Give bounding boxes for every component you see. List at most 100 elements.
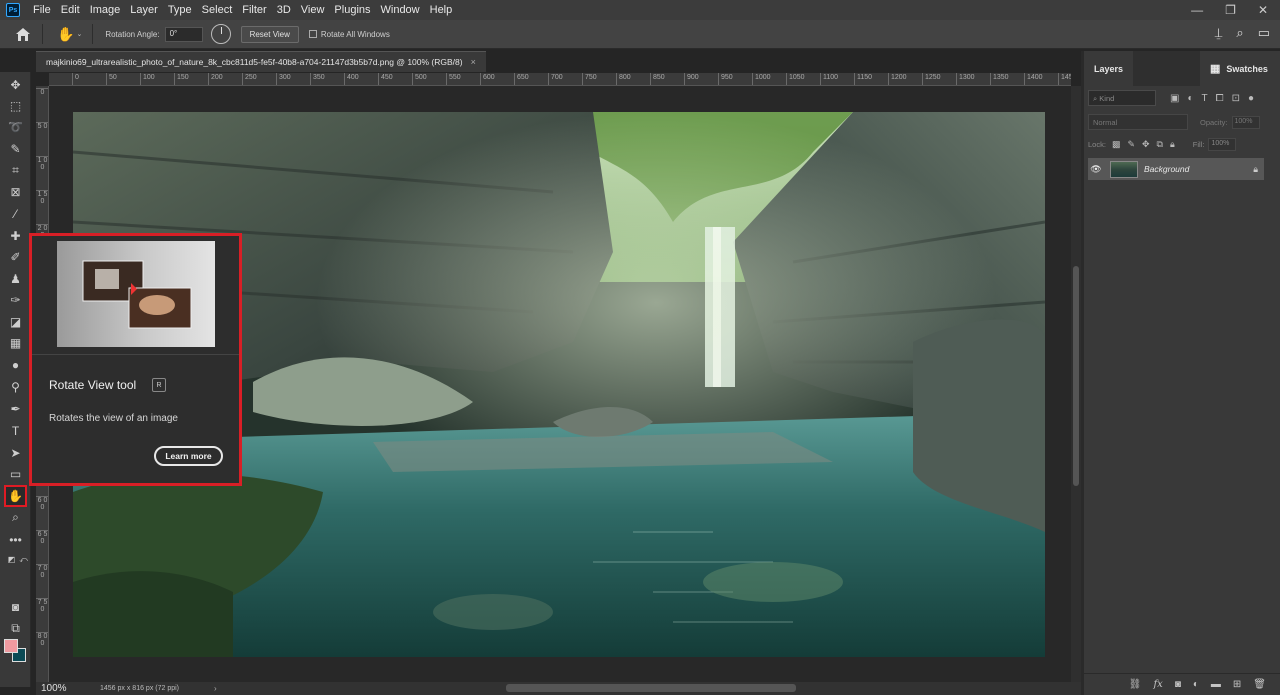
status-bar: 100% 1456 px x 816 px (72 ppi) › bbox=[36, 682, 1081, 695]
add-mask-icon[interactable]: ◙ bbox=[1175, 679, 1181, 690]
layer-name[interactable]: Background bbox=[1144, 164, 1189, 174]
menu-type[interactable]: Type bbox=[163, 4, 197, 16]
minimize-button[interactable]: — bbox=[1191, 0, 1203, 20]
menu-edit[interactable]: Edit bbox=[56, 4, 85, 16]
frame-tool-icon[interactable]: ⊠ bbox=[6, 182, 25, 201]
ruler-h-tick: 1450 bbox=[1058, 73, 1071, 85]
home-icon[interactable] bbox=[14, 25, 32, 43]
marquee-tool-icon[interactable]: ⬚ bbox=[6, 96, 25, 115]
adjustment-filter-icon[interactable]: ◐ bbox=[1187, 93, 1193, 104]
shape-filter-icon[interactable]: ⧠ bbox=[1216, 93, 1224, 104]
lasso-tool-icon[interactable]: ➰ bbox=[6, 117, 25, 136]
close-tab-icon[interactable]: × bbox=[471, 57, 476, 67]
options-bar: ✋ ⌄ Rotation Angle: 0° Reset View Rotate… bbox=[0, 20, 1280, 49]
layer-row-background[interactable]: 👁︎ Background 🔒︎ bbox=[1088, 158, 1264, 180]
reset-view-button[interactable]: Reset View bbox=[240, 25, 299, 43]
crop-tool-icon[interactable]: ⌗ bbox=[6, 161, 25, 180]
ruler-h-tick: 900 bbox=[684, 73, 699, 85]
menu-view[interactable]: View bbox=[296, 4, 330, 16]
menu-filter[interactable]: Filter bbox=[237, 4, 271, 16]
ruler-h-tick: 650 bbox=[514, 73, 529, 85]
share-icon[interactable]: ⍊ bbox=[1215, 25, 1223, 41]
filter-toggle-icon[interactable]: ● bbox=[1248, 93, 1254, 104]
pixel-filter-icon[interactable]: ▣ bbox=[1170, 93, 1179, 104]
menu-image[interactable]: Image bbox=[85, 4, 126, 16]
adjustment-layer-icon[interactable]: ◐ bbox=[1193, 679, 1199, 690]
history-brush-tool-icon[interactable]: ✑ bbox=[6, 290, 25, 309]
layer-kind-filter[interactable]: ⌕ Kind bbox=[1088, 90, 1156, 106]
tab-layers[interactable]: Layers bbox=[1084, 51, 1134, 86]
lock-pixels-icon[interactable]: ✎ bbox=[1127, 139, 1135, 150]
document-tab[interactable]: majkinio69_ultrarealistic_photo_of_natur… bbox=[36, 51, 486, 72]
type-filter-icon[interactable]: T bbox=[1202, 93, 1208, 104]
quick-mask-icon[interactable]: ◙ bbox=[6, 597, 25, 616]
link-layers-icon[interactable]: ⛓ bbox=[1129, 679, 1142, 690]
clone-stamp-tool-icon[interactable]: ♟ bbox=[6, 269, 25, 288]
vertical-scroll-thumb[interactable] bbox=[1073, 266, 1079, 486]
new-layer-icon[interactable]: ⊞ bbox=[1233, 679, 1241, 690]
lock-all-icon[interactable]: 🔒︎ bbox=[1170, 139, 1175, 150]
chevron-down-icon[interactable]: ⌄ bbox=[76, 30, 82, 38]
dodge-tool-icon[interactable]: ⚲ bbox=[6, 377, 25, 396]
layer-lock-icon[interactable]: 🔒︎ bbox=[1253, 164, 1258, 175]
menu-layer[interactable]: Layer bbox=[125, 4, 163, 16]
menu-3d[interactable]: 3D bbox=[272, 4, 296, 16]
restore-button[interactable]: ❐ bbox=[1225, 0, 1236, 20]
close-window-button[interactable]: ✕ bbox=[1258, 0, 1268, 20]
brush-tool-icon[interactable]: ✐ bbox=[6, 247, 25, 266]
eyedropper-tool-icon[interactable]: ⁄ bbox=[6, 204, 25, 223]
menu-select[interactable]: Select bbox=[197, 4, 238, 16]
zoom-level[interactable]: 100% bbox=[36, 683, 86, 694]
smart-object-filter-icon[interactable]: ⊡ bbox=[1232, 93, 1240, 104]
vertical-scrollbar[interactable] bbox=[1071, 86, 1081, 682]
menu-file[interactable]: File bbox=[28, 4, 56, 16]
pen-tool-icon[interactable]: ✒ bbox=[6, 399, 25, 418]
delete-layer-icon[interactable]: 🗑︎ bbox=[1253, 679, 1266, 690]
move-tool-icon[interactable]: ✥ bbox=[6, 75, 25, 94]
rotate-view-tool-icon[interactable]: ✋ bbox=[4, 485, 27, 507]
learn-more-button[interactable]: Learn more bbox=[154, 446, 223, 466]
rotate-view-tool-preset-icon[interactable]: ✋ bbox=[57, 26, 74, 43]
workspace-icon[interactable]: ▭ bbox=[1258, 25, 1270, 41]
ruler-h-tick: 850 bbox=[650, 73, 665, 85]
opacity-input[interactable]: 100% bbox=[1231, 115, 1260, 129]
rectangle-tool-icon[interactable]: ▭ bbox=[6, 464, 25, 483]
type-tool-icon[interactable]: T bbox=[6, 421, 25, 440]
document-tab-title: majkinio69_ultrarealistic_photo_of_natur… bbox=[46, 57, 463, 67]
kind-placeholder: Kind bbox=[1099, 94, 1115, 103]
visibility-eye-icon[interactable]: 👁︎ bbox=[1088, 164, 1104, 175]
eraser-tool-icon[interactable]: ◪ bbox=[6, 312, 25, 331]
zoom-tool-icon[interactable]: ⌕ bbox=[6, 508, 25, 527]
swap-colors-icon[interactable]: ⤺ bbox=[14, 550, 33, 569]
ruler-h-tick: 50 bbox=[106, 73, 117, 85]
rotation-dial[interactable] bbox=[210, 24, 231, 44]
healing-brush-tool-icon[interactable]: ✚ bbox=[6, 226, 25, 245]
more-tools-icon[interactable]: ••• bbox=[6, 530, 25, 549]
document-info: 1456 px x 816 px (72 ppi) bbox=[100, 685, 179, 692]
new-group-icon[interactable]: ▬ bbox=[1211, 679, 1221, 690]
menu-window[interactable]: Window bbox=[376, 4, 425, 16]
blur-tool-icon[interactable]: ● bbox=[6, 355, 25, 374]
horizontal-scroll-thumb[interactable] bbox=[506, 684, 796, 692]
gradient-tool-icon[interactable]: ▦ bbox=[6, 333, 25, 352]
lock-artboard-icon[interactable]: ⧉ bbox=[1157, 139, 1163, 150]
blend-mode-select[interactable]: Normal bbox=[1088, 114, 1188, 130]
path-selection-tool-icon[interactable]: ➤ bbox=[6, 443, 25, 462]
menu-help[interactable]: Help bbox=[425, 4, 458, 16]
tab-swatches[interactable]: ▦ Swatches bbox=[1200, 51, 1280, 86]
rotation-angle-input[interactable]: 0° bbox=[164, 26, 203, 42]
ruler-h-tick: 1300 bbox=[956, 73, 975, 85]
ruler-h-tick: 1050 bbox=[786, 73, 805, 85]
foreground-color-swatch[interactable] bbox=[4, 639, 18, 653]
search-icon[interactable]: ⌕ bbox=[1236, 25, 1243, 41]
status-menu-arrow[interactable]: › bbox=[214, 684, 217, 693]
screen-mode-icon[interactable]: ⧉ bbox=[6, 619, 25, 638]
rotate-all-windows-checkbox[interactable] bbox=[308, 30, 317, 38]
layer-style-icon[interactable]: fx bbox=[1153, 679, 1162, 690]
quick-selection-tool-icon[interactable]: ✎ bbox=[6, 139, 25, 158]
menu-plugins[interactable]: Plugins bbox=[329, 4, 375, 16]
lock-transparent-icon[interactable]: ▩ bbox=[1112, 139, 1121, 150]
lock-icons: ▩ ✎ ✥ ⧉ 🔒︎ bbox=[1112, 139, 1175, 150]
fill-input[interactable]: 100% bbox=[1208, 137, 1237, 151]
lock-position-icon[interactable]: ✥ bbox=[1142, 139, 1150, 150]
